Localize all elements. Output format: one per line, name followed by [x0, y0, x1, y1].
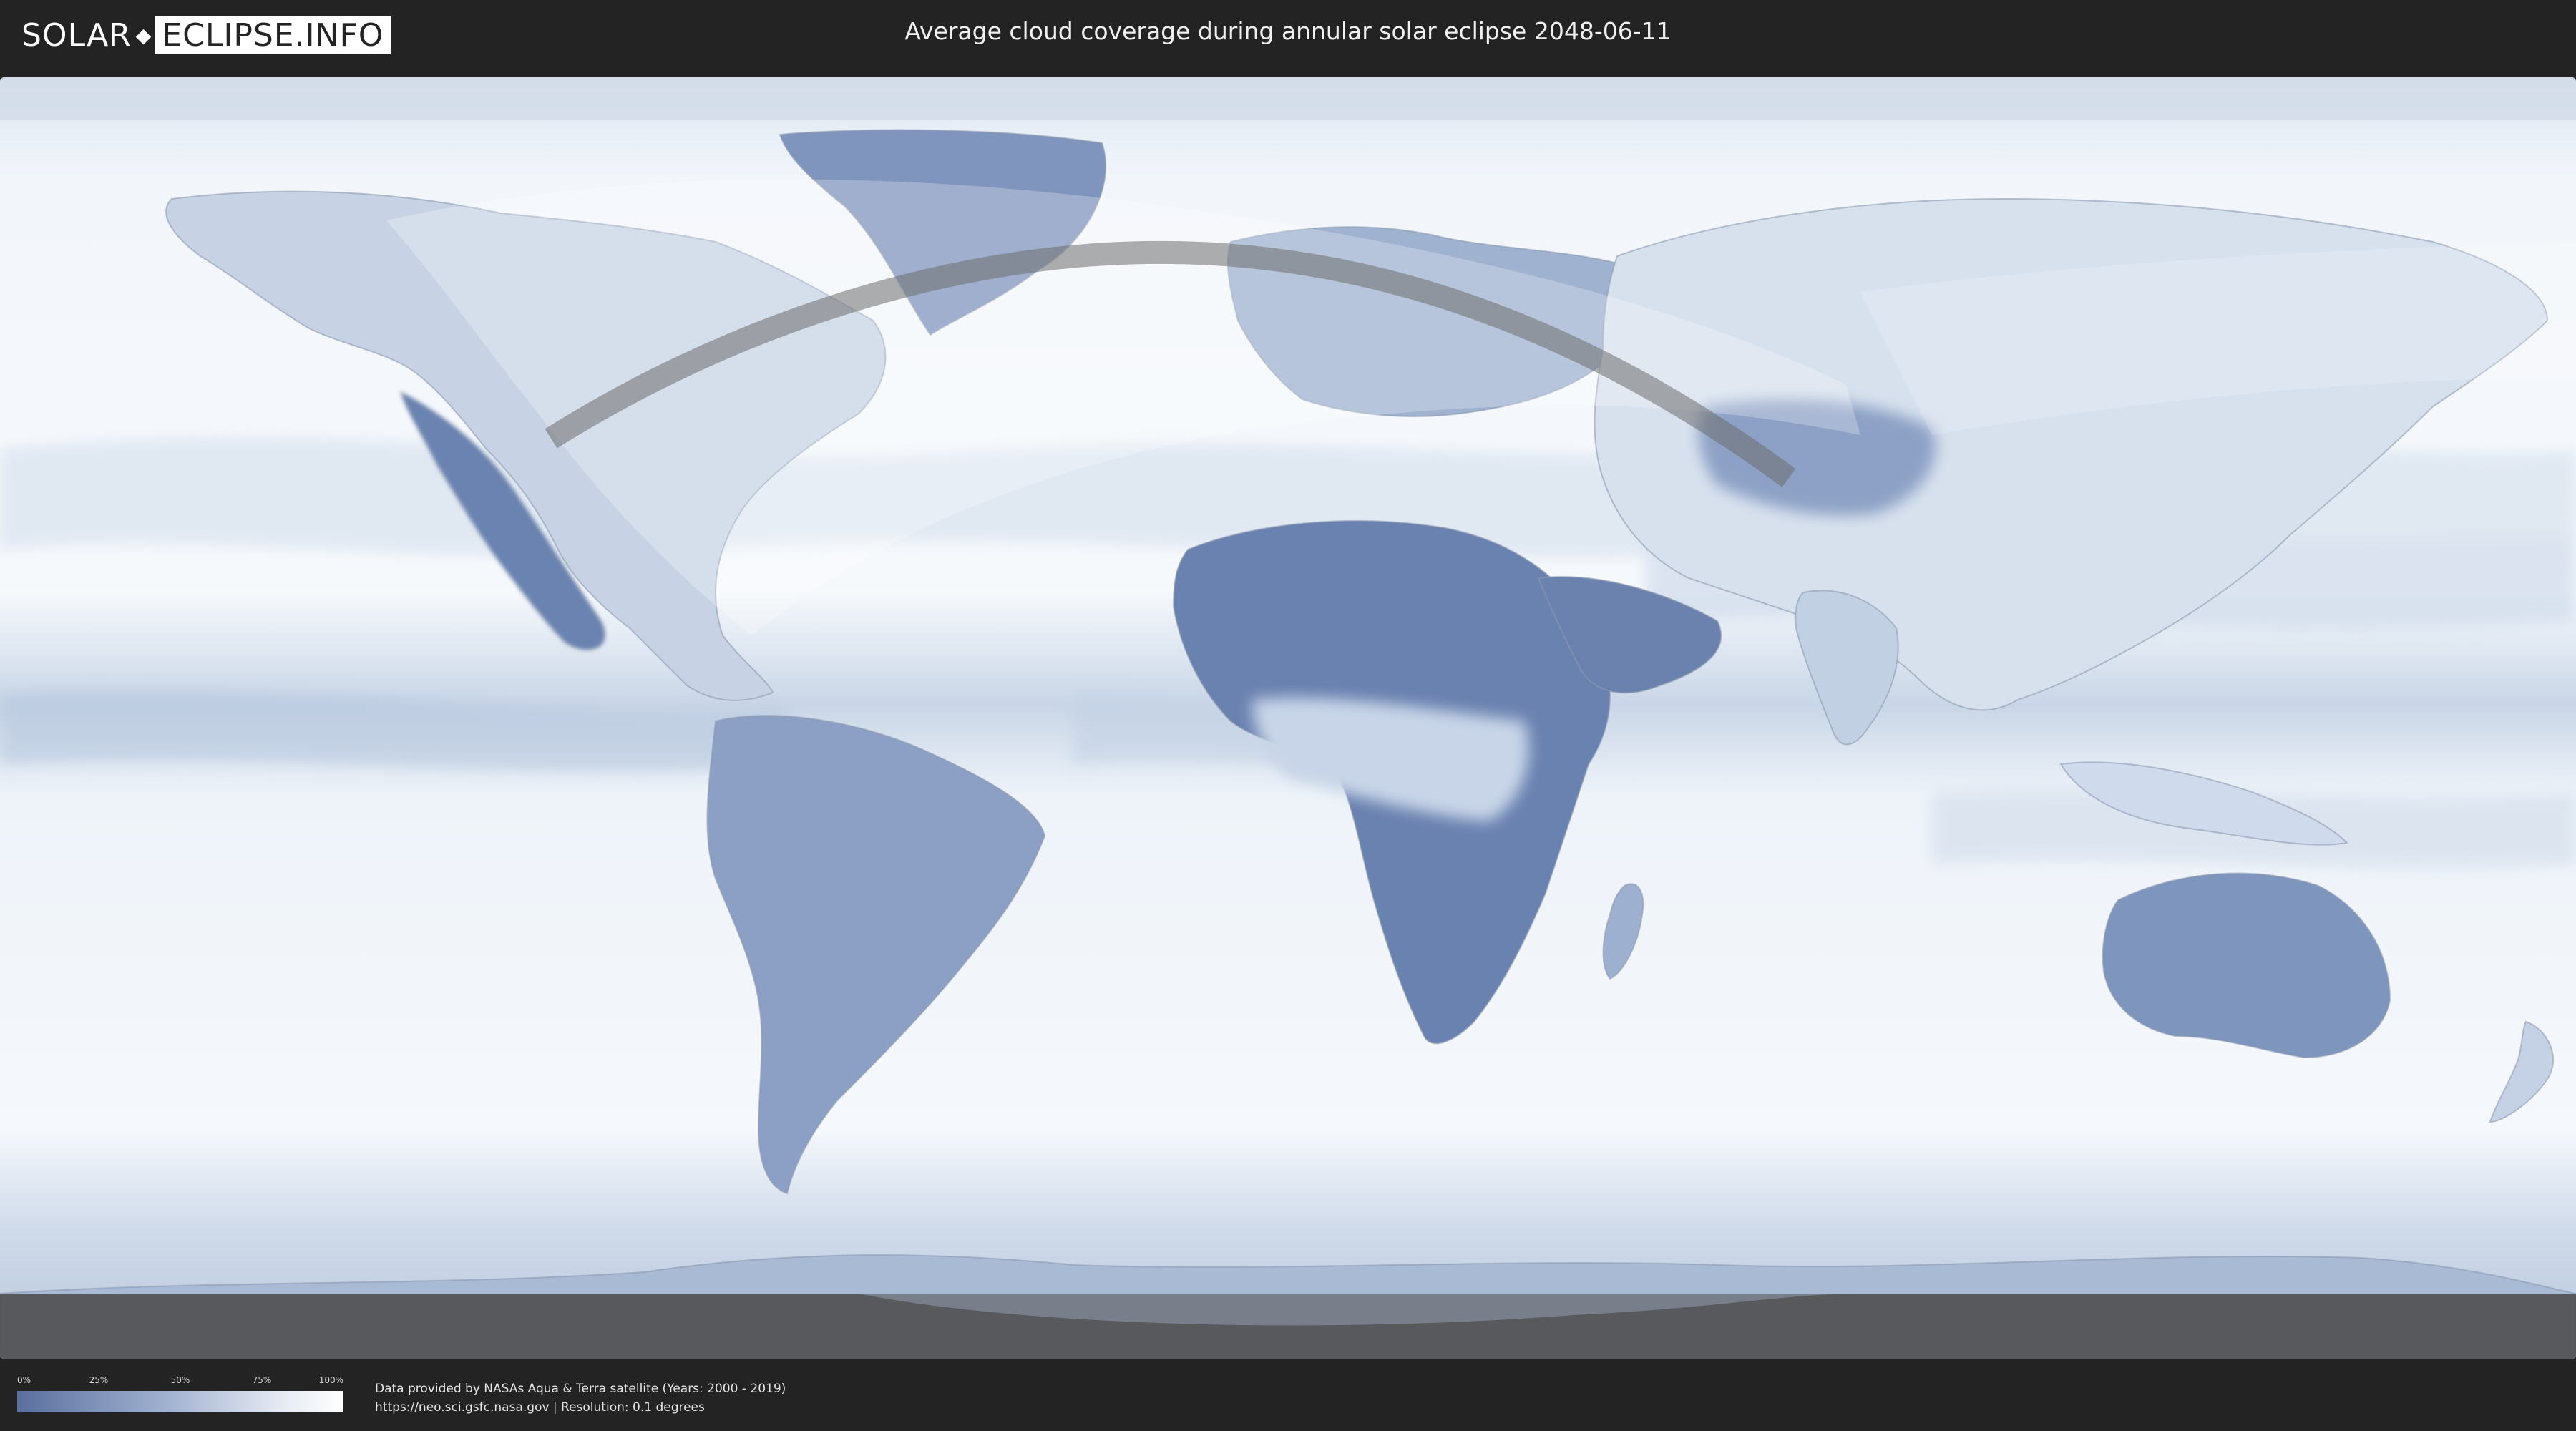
- credits-link[interactable]: https://neo.sci.gsfc.nasa.gov | Resoluti…: [375, 1398, 786, 1417]
- legend-tick-25: 25%: [89, 1375, 109, 1385]
- data-credits: Data provided by NASAs Aqua & Terra sate…: [375, 1379, 786, 1417]
- north-polar-haze: [0, 77, 2576, 120]
- legend-ticks: 0% 25% 50% 75% 100%: [17, 1375, 343, 1388]
- footer-bar: 0% 25% 50% 75% 100% Data provided by NAS…: [0, 1359, 2576, 1431]
- cloud-coverage-legend: 0% 25% 50% 75% 100%: [17, 1375, 343, 1412]
- legend-gradient-bar: [17, 1391, 343, 1412]
- page-title: Average cloud coverage during annular so…: [904, 17, 1672, 45]
- legend-tick-50: 50%: [170, 1375, 190, 1385]
- legend-tick-100: 100%: [318, 1375, 343, 1385]
- legend-tick-0: 0%: [17, 1375, 31, 1385]
- cloud-coverage-map[interactable]: [0, 77, 2576, 1359]
- legend-tick-75: 75%: [252, 1375, 272, 1385]
- header-bar: SOLAR ◆ ECLIPSE.INFO Average cloud cover…: [0, 0, 2576, 72]
- credits-source: Data provided by NASAs Aqua & Terra sate…: [375, 1382, 786, 1396]
